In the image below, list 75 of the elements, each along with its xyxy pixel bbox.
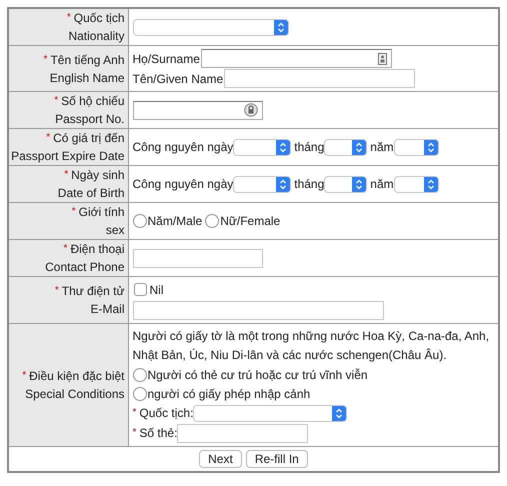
- field-label: Tên tiếng Anh: [50, 52, 124, 66]
- radio-label: Năm/Male: [148, 213, 202, 230]
- field-label: Số hộ chiếu: [61, 94, 124, 108]
- chevron-updown-icon: [355, 178, 364, 190]
- field-label: Passport Expire Date: [11, 149, 124, 163]
- field-label: Giới tính: [78, 205, 124, 219]
- form-button[interactable]: Re-fill In: [246, 450, 308, 468]
- field-label: Passport No.: [55, 112, 124, 126]
- radio-button[interactable]: [132, 386, 146, 401]
- field-label: E-Mail: [90, 302, 124, 316]
- field-label: Họ/Surname: [132, 50, 200, 68]
- chevron-updown-icon: [279, 178, 288, 190]
- field-label: Điều kiện đặc biệt: [29, 369, 124, 384]
- field-label: Special Conditions: [25, 387, 124, 402]
- required-mark: *: [72, 206, 76, 217]
- required-mark: *: [66, 12, 71, 23]
- required-mark: *: [46, 132, 50, 143]
- field-label: sex: [106, 223, 124, 237]
- dropdown[interactable]: [394, 138, 439, 156]
- radio-label: Người có thẻ cư trú hoặc cư trú vĩnh viễn: [148, 366, 368, 384]
- chevron-updown-icon: [276, 22, 284, 34]
- required-mark: *: [64, 243, 68, 254]
- required-mark: *: [54, 95, 58, 106]
- checkbox[interactable]: [134, 283, 146, 296]
- field-label: Công nguyên ngày: [132, 139, 234, 156]
- dropdown[interactable]: [132, 19, 288, 36]
- field-label: năm: [370, 176, 394, 193]
- field-label: Thư điện tử: [62, 284, 124, 298]
- field-label: Date of Birth: [58, 186, 124, 200]
- required-mark: *: [132, 406, 136, 420]
- field-label: Quốc tịch: [74, 11, 124, 25]
- field-label: Ngày sinh: [71, 168, 124, 182]
- required-mark: *: [132, 426, 136, 440]
- field-label: Có giá trị đến: [53, 131, 124, 145]
- dropdown[interactable]: [394, 176, 439, 192]
- radio-button[interactable]: [205, 214, 220, 228]
- field-label: tháng: [294, 176, 324, 193]
- field-label: English Name: [50, 70, 124, 84]
- field-label: Contact Phone: [45, 260, 124, 274]
- chevron-updown-icon: [426, 142, 435, 152]
- radio-label: người có giấy phép nhập cảnh: [148, 386, 310, 403]
- input-field[interactable]: [132, 301, 384, 320]
- checkbox-label: Nil: [150, 282, 164, 298]
- required-mark: *: [54, 285, 59, 296]
- chevron-updown-icon: [279, 142, 288, 152]
- dropdown[interactable]: [233, 138, 292, 156]
- field-label: Số thẻ:: [139, 425, 178, 442]
- required-mark: *: [64, 169, 68, 180]
- input-field[interactable]: [224, 69, 416, 88]
- radio-label: Nữ/Female: [220, 213, 280, 230]
- chevron-updown-icon: [355, 142, 364, 152]
- chevron-updown-icon: [426, 178, 435, 190]
- input-field[interactable]: [177, 424, 308, 443]
- field-label: Điện thoại: [70, 242, 124, 256]
- required-mark: *: [22, 370, 26, 382]
- field-label: năm: [370, 139, 394, 156]
- dropdown[interactable]: [233, 176, 292, 192]
- dropdown[interactable]: [324, 176, 368, 192]
- field-label: Quốc tịch:: [139, 405, 194, 422]
- form-button[interactable]: Next: [199, 450, 242, 468]
- radio-button[interactable]: [132, 368, 146, 382]
- dropdown[interactable]: [324, 138, 368, 156]
- field-label: tháng: [294, 139, 324, 156]
- radio-button[interactable]: [132, 214, 146, 228]
- note-text: Người có giấy tờ là một trong những nước Hoa Kỳ, Ca-na-đa, Anh, Nhật Bản, Úc, Niu Di-lân và các nước schengen(Châu Âu).: [132, 328, 490, 364]
- field-label: Tên/Given Name: [132, 70, 224, 88]
- dropdown[interactable]: [193, 404, 348, 422]
- input-field[interactable]: [132, 248, 262, 268]
- input-field[interactable]: [200, 49, 392, 68]
- chevron-updown-icon: [335, 408, 344, 419]
- field-label: Công nguyên ngày: [132, 176, 234, 193]
- input-field[interactable]: [132, 100, 262, 120]
- required-mark: *: [44, 54, 48, 64]
- contact-card-icon: [378, 52, 387, 64]
- field-label: Nationality: [68, 29, 124, 43]
